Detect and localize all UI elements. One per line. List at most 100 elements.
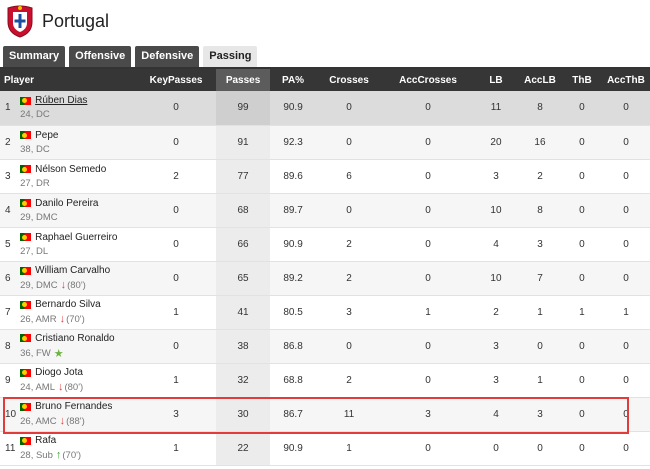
column-header-acccrosses[interactable]: AccCrosses (382, 69, 474, 91)
column-header-passes[interactable]: Passes (216, 69, 271, 91)
stat-pa: 89.7 (283, 204, 303, 216)
portugal-flag-icon (20, 199, 32, 207)
stat-accthb: 0 (623, 102, 629, 114)
player-age-position: 27, DL (20, 245, 49, 257)
stat-acclb: 3 (537, 408, 543, 420)
stat-acclb: 3 (537, 238, 543, 250)
table-row[interactable]: 7 Bernardo Silva 26, AMR ↓ (70') 1 41 80.5 3 1… (0, 295, 650, 329)
table-row[interactable]: 3 Nélson Semedo 27, DR 2 77 89.6 6 0 3 2 0 0 (0, 159, 650, 193)
player-name-link[interactable]: Cristiano Ronaldo (35, 333, 115, 344)
table-row[interactable]: 6 William Carvalho 29, DMC ↓ (80') 0 65 89.2… (0, 261, 650, 295)
stat-pa: 89.2 (283, 272, 303, 284)
stat-lb: 0 (493, 442, 499, 454)
stat-acccrosses: 0 (425, 204, 431, 216)
stat-acccrosses: 0 (425, 272, 431, 284)
player-name-link[interactable]: William Carvalho (35, 265, 110, 276)
stat-passes: 68 (216, 193, 271, 227)
player-name-link[interactable]: Rafa (35, 435, 56, 446)
stat-keypasses: 1 (173, 306, 179, 318)
stat-passes: 32 (216, 363, 271, 397)
stat-thb: 0 (579, 170, 585, 182)
stat-tabs: Summary Offensive Defensive Passing (3, 46, 258, 67)
player-name-link[interactable]: Raphael Guerreiro (35, 232, 117, 243)
portugal-flag-icon (20, 233, 32, 241)
player-cell: Rúben Dias 24, DC (16, 91, 136, 125)
column-header-crosses[interactable]: Crosses (316, 69, 382, 91)
player-name-link[interactable]: Bruno Fernandes (35, 401, 112, 412)
player-cell: William Carvalho 29, DMC ↓ (80') (16, 261, 136, 295)
table-row[interactable]: 2 Pepe 38, DC 0 91 92.3 0 0 20 16 0 0 (0, 125, 650, 159)
player-name-link[interactable]: Nélson Semedo (35, 164, 106, 175)
man-of-match-star-icon: ★ (53, 347, 64, 360)
stat-passes: 91 (216, 125, 271, 159)
stat-pa: 90.9 (283, 442, 303, 454)
stat-keypasses: 0 (173, 102, 179, 114)
stat-accthb: 1 (623, 306, 629, 318)
stat-crosses: 0 (346, 102, 352, 114)
tab-defensive[interactable]: Defensive (135, 46, 200, 67)
player-name-link[interactable]: Pepe (35, 130, 58, 141)
stat-keypasses: 0 (173, 272, 179, 284)
stat-keypasses: 0 (173, 340, 179, 352)
player-cell: Bruno Fernandes 26, AMC ↓ (88') (16, 397, 136, 431)
table-row[interactable]: 5 Raphael Guerreiro 27, DL 0 66 90.9 2 0 4 3 0 0 (0, 227, 650, 261)
subbed-off-icon: ↓ (59, 313, 66, 325)
stat-thb: 0 (579, 238, 585, 250)
player-name-link[interactable]: Bernardo Silva (35, 299, 101, 310)
column-header-thb[interactable]: ThB (562, 69, 602, 91)
stat-thb: 0 (579, 374, 585, 386)
row-index: 3 (5, 170, 11, 182)
stat-acccrosses: 0 (425, 374, 431, 386)
row-index: 7 (5, 306, 11, 318)
stat-keypasses: 1 (173, 442, 179, 454)
player-name-link[interactable]: Rúben Dias (35, 95, 87, 106)
table-row[interactable]: 4 Danilo Pereira 29, DMC 0 68 89.7 0 0 10 8 0 0 (0, 193, 650, 227)
stat-crosses: 2 (346, 238, 352, 250)
table-row[interactable]: 8 Cristiano Ronaldo 36, FW ★ 0 38 86.8 0 0 3 0 0… (0, 329, 650, 363)
row-index: 6 (5, 272, 11, 284)
portugal-flag-icon (20, 334, 32, 342)
stat-acclb: 8 (537, 204, 543, 216)
stat-accthb: 0 (623, 170, 629, 182)
column-header-accthb[interactable]: AccThB (602, 69, 650, 91)
player-age-position: 29, DMC (20, 211, 58, 223)
stat-crosses: 0 (346, 340, 352, 352)
stat-lb: 11 (490, 102, 502, 114)
table-row[interactable]: 11 Rafa 28, Sub ↑ (70') 1 22 90.9 1 0 0 0 0 0 (0, 431, 650, 465)
player-name-link[interactable]: Danilo Pereira (35, 198, 98, 209)
column-header-lb[interactable]: LB (474, 69, 518, 91)
table-body: 1 Rúben Dias 24, DC 0 99 90.9 0 0 11 8 0 0 2 Pepe… (0, 91, 650, 465)
table-row[interactable]: 9 Diogo Jota 24, AML ↓ (80') 1 32 68.8 2 0 3 1 0 0 (0, 363, 650, 397)
stat-keypasses: 1 (173, 374, 179, 386)
sub-minute: (70') (66, 313, 85, 325)
stat-acccrosses: 1 (425, 306, 431, 318)
stat-lb: 3 (493, 374, 499, 386)
tab-passing[interactable]: Passing (203, 46, 258, 67)
stat-acclb: 0 (537, 340, 543, 352)
column-header-player[interactable]: Player (0, 69, 136, 91)
tab-offensive[interactable]: Offensive (69, 46, 132, 67)
stat-crosses: 3 (346, 306, 352, 318)
column-header-keypasses[interactable]: KeyPasses (136, 69, 216, 91)
table-row[interactable]: 10 Bruno Fernandes 26, AMC ↓ (88') 3 30 86.7… (0, 397, 650, 431)
player-cell: Danilo Pereira 29, DMC (16, 193, 136, 227)
stat-thb: 0 (579, 408, 585, 420)
stat-keypasses: 0 (173, 136, 179, 148)
team-header: Portugal (6, 3, 109, 39)
portugal-flag-icon (20, 436, 32, 445)
team-name: Portugal (42, 10, 110, 31)
player-cell: Nélson Semedo 27, DR (16, 159, 136, 193)
stat-accthb: 0 (623, 442, 629, 454)
stat-thb: 0 (579, 102, 585, 114)
player-age-position: 26, AMR (20, 313, 57, 325)
player-age-position: 24, DC (20, 109, 50, 121)
stat-crosses: 0 (346, 204, 352, 216)
stat-acclb: 1 (537, 306, 543, 318)
column-header-acclb[interactable]: AccLB (518, 69, 562, 91)
stat-passes: 41 (216, 295, 271, 329)
stat-passes: 30 (216, 397, 271, 431)
table-row[interactable]: 1 Rúben Dias 24, DC 0 99 90.9 0 0 11 8 0 0 (0, 91, 650, 125)
player-name-link[interactable]: Diogo Jota (35, 367, 83, 378)
tab-summary[interactable]: Summary (3, 46, 66, 67)
column-header-pa[interactable]: PA% (270, 69, 316, 91)
